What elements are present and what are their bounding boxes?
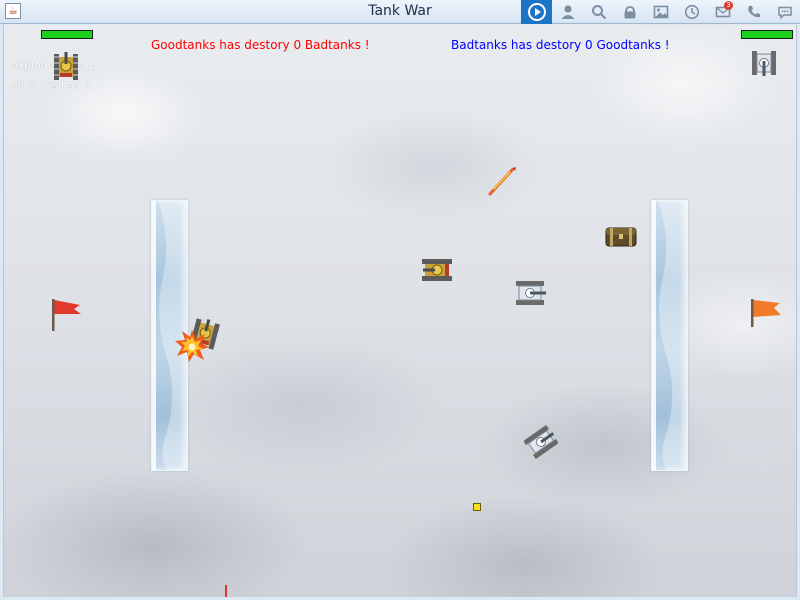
good-tanks-message: Goodtanks has destory 0 Badtanks ! bbox=[151, 38, 370, 52]
bad-tanks-message: Badtanks has destory 0 Goodtanks ! bbox=[451, 38, 670, 52]
white-tank-icon bbox=[524, 425, 558, 459]
game-window: ☕ Tank War 3 Goodtanks has destory 0 Bad… bbox=[0, 0, 800, 600]
play-circle-icon[interactable] bbox=[521, 0, 552, 24]
red-flag-icon bbox=[52, 299, 81, 331]
cloud-lock-icon[interactable] bbox=[614, 0, 645, 24]
title-bar: ☕ Tank War 3 bbox=[0, 0, 800, 24]
treasure-chest-icon bbox=[605, 227, 637, 247]
gallery-icon[interactable] bbox=[645, 0, 676, 24]
system-tray: 3 bbox=[521, 0, 800, 24]
right-player-hp-bar bbox=[741, 30, 793, 39]
player-tank-icon bbox=[54, 52, 78, 80]
left-player-hp-bar bbox=[41, 30, 93, 39]
white-tank-icon bbox=[516, 281, 546, 305]
enemy-player-tank-icon bbox=[752, 51, 776, 76]
phone-icon[interactable] bbox=[738, 0, 769, 24]
person-icon[interactable] bbox=[552, 0, 583, 24]
orange-flag-icon bbox=[751, 299, 781, 327]
search-icon[interactable] bbox=[583, 0, 614, 24]
mail-icon[interactable]: 3 bbox=[707, 0, 738, 24]
clock-icon[interactable] bbox=[676, 0, 707, 24]
game-canvas[interactable]: Goodtanks has destory 0 Badtanks ! Badta… bbox=[3, 25, 797, 597]
mail-badge: 3 bbox=[724, 1, 733, 10]
explosion-icon bbox=[175, 330, 209, 362]
window-title: Tank War bbox=[368, 3, 432, 19]
chat-bubble-icon[interactable] bbox=[769, 0, 800, 24]
bullet-icon bbox=[473, 503, 481, 511]
right-ice-wall bbox=[651, 200, 688, 471]
java-cup-icon[interactable]: ☕ bbox=[5, 3, 21, 19]
good-tank-icon bbox=[422, 259, 452, 281]
small-missile-icon bbox=[225, 585, 227, 597]
missile-icon bbox=[488, 167, 516, 196]
